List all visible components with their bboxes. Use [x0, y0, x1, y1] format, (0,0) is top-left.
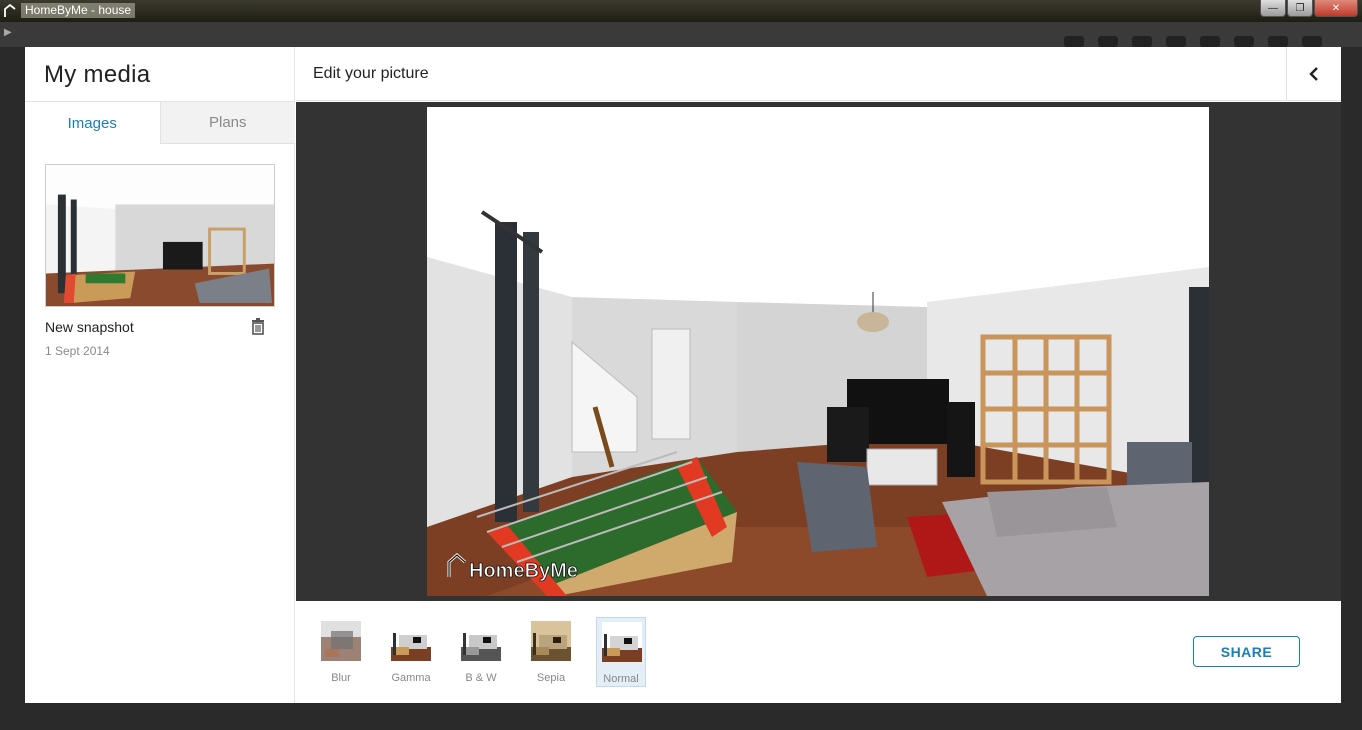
filter-gamma-thumbnail — [391, 621, 431, 661]
filter-normal[interactable]: Normal — [596, 617, 646, 687]
background-toolbar-icons — [1064, 36, 1322, 47]
room-render-image: HomeByMe — [427, 107, 1209, 596]
snapshot-thumbnail[interactable] — [45, 164, 275, 307]
filter-label: Blur — [331, 672, 351, 684]
window-title: HomeByMe - house — [21, 3, 136, 18]
house-icon — [4, 3, 16, 17]
media-sidebar: My media Images Plans New snapshot 1 Sep… — [25, 47, 295, 703]
filter-label: Sepia — [536, 672, 566, 684]
snapshot-name: New snapshot — [45, 319, 134, 335]
filter-label: B & W — [465, 672, 497, 684]
filter-bw[interactable]: B & W — [456, 617, 506, 687]
my-media-dialog: My media Images Plans New snapshot 1 Sep… — [25, 47, 1341, 703]
filter-label: Normal — [603, 673, 639, 685]
filter-label: Gamma — [391, 672, 431, 684]
tab-images[interactable]: Images — [25, 102, 160, 144]
picture-preview-area: HomeByMe — [296, 102, 1341, 601]
trash-icon[interactable] — [249, 317, 267, 335]
minimize-button[interactable]: — — [1260, 0, 1286, 17]
filter-bw-thumbnail — [461, 621, 501, 661]
share-button[interactable]: SHARE — [1193, 636, 1300, 667]
filter-sepia-thumbnail — [531, 621, 571, 661]
watermark: HomeByMe — [447, 553, 578, 582]
filter-blur-thumbnail — [321, 621, 361, 661]
sidebar-title: My media — [44, 61, 151, 88]
media-tabs: Images Plans — [25, 102, 295, 144]
editor-title: Edit your picture — [313, 65, 429, 82]
background-bottom — [0, 703, 1362, 730]
filter-normal-thumbnail — [602, 622, 642, 662]
maximize-button[interactable]: ❐ — [1287, 0, 1313, 17]
media-item[interactable]: New snapshot 1 Sept 2014 — [45, 164, 275, 358]
filter-sepia[interactable]: Sepia — [526, 617, 576, 687]
close-window-button[interactable]: ✕ — [1314, 0, 1358, 17]
editor-header: Edit your picture — [296, 47, 1341, 101]
svg-text:HomeByMe: HomeByMe — [469, 560, 578, 582]
background-toolbar: ▶ — [0, 22, 1362, 47]
filter-blur[interactable]: Blur — [316, 617, 366, 687]
expand-icon: ▶ — [4, 27, 12, 38]
filter-gamma[interactable]: Gamma — [386, 617, 436, 687]
filters-bar: Blur Gamma B & W Sepia Normal SHARE — [296, 601, 1341, 703]
snapshot-date: 1 Sept 2014 — [45, 344, 110, 358]
window-title-bar: HomeByMe - house — ❐ ✕ — [0, 0, 1362, 22]
back-button[interactable] — [1286, 47, 1341, 101]
tab-plans[interactable]: Plans — [159, 102, 295, 144]
chevron-left-icon — [1309, 67, 1318, 81]
